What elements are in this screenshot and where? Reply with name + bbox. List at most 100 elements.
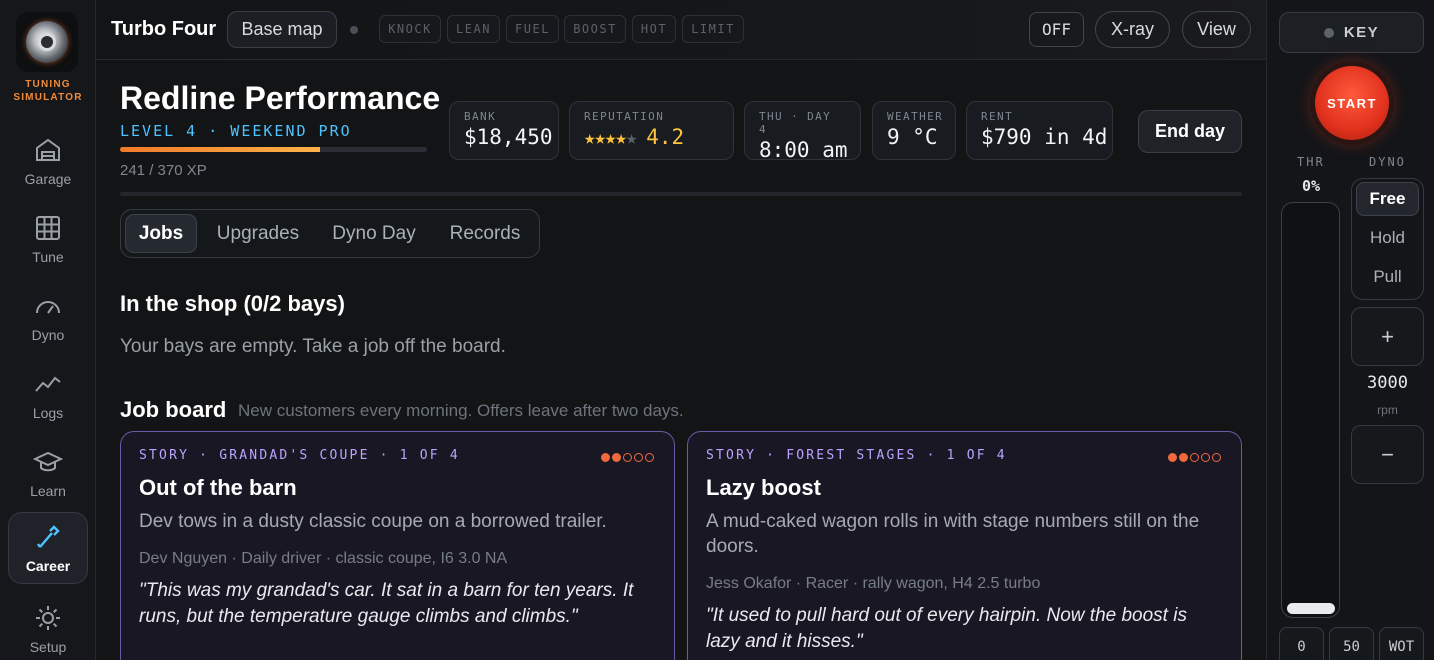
day-label: THU · DAY 4	[759, 110, 832, 136]
reputation-stat: REPUTATION ★★★★★ 4.2	[569, 101, 734, 160]
time-value: 8:00 am	[759, 138, 848, 162]
app-root: TUNING SIMULATOR Garage Tune Dyno Logs L…	[0, 0, 1434, 660]
job-customer: Dev Nguyen · Daily driver · classic coup…	[139, 550, 508, 567]
off-toggle[interactable]: OFF	[1029, 12, 1084, 47]
difficulty-dots	[601, 453, 654, 462]
nav-tune[interactable]: Tune	[8, 204, 88, 274]
weather-value: 9 °C	[887, 125, 938, 149]
nav-setup[interactable]: Setup	[8, 594, 88, 660]
weather-stat: WEATHER 9 °C	[872, 101, 956, 160]
rpm-value: 3000	[1367, 373, 1408, 393]
xp-progress-bar	[120, 147, 427, 152]
mode-pull[interactable]: Pull	[1356, 260, 1419, 294]
mode-free[interactable]: Free	[1356, 182, 1419, 216]
difficulty-dot	[1190, 453, 1199, 462]
start-button[interactable]: START	[1315, 66, 1389, 140]
flag-fuel: FUEL	[506, 15, 559, 43]
job-tag: STORY · GRANDAD'S COUPE · 1 OF 4	[139, 448, 460, 463]
end-day-button[interactable]: End day	[1138, 110, 1242, 153]
flag-limit: LIMIT	[682, 15, 744, 43]
throttle-slider[interactable]	[1281, 202, 1340, 618]
flag-lean: LEAN	[447, 15, 500, 43]
nav-career[interactable]: Career	[8, 512, 88, 584]
xp-text: 241 / 370 XP	[120, 162, 207, 179]
app-name-line2: SIMULATOR	[13, 92, 83, 103]
flag-hot: HOT	[632, 15, 676, 43]
garage-icon	[36, 138, 60, 161]
throttle-value: 0%	[1301, 177, 1321, 195]
star-icon: ★	[625, 127, 637, 149]
throttle-preset-0[interactable]: 0	[1279, 627, 1324, 660]
nav-label: Logs	[32, 405, 64, 421]
dyno-mode-selector: Free Hold Pull	[1351, 178, 1424, 300]
rpm-decrease-button[interactable]: −	[1351, 425, 1424, 484]
flag-boost: BOOST	[564, 15, 626, 43]
throttle-preset-50[interactable]: 50	[1329, 627, 1374, 660]
sidebar: TUNING SIMULATOR Garage Tune Dyno Logs L…	[0, 0, 96, 660]
reputation-label: REPUTATION	[584, 110, 665, 123]
xp-progress-fill	[120, 147, 320, 152]
job-title: Lazy boost	[706, 475, 821, 500]
tab-dyno-day[interactable]: Dyno Day	[319, 214, 429, 253]
job-card[interactable]: STORY · GRANDAD'S COUPE · 1 OF 4 Out of …	[120, 431, 675, 660]
difficulty-dot	[601, 453, 610, 462]
job-description: A mud-caked wagon rolls in with stage nu…	[706, 511, 1200, 557]
nav-label: Tune	[32, 249, 64, 265]
tab-jobs[interactable]: Jobs	[125, 214, 197, 253]
dyno-label: DYNO	[1369, 155, 1406, 169]
job-description: Dev tows in a dusty classic coupe on a b…	[139, 511, 607, 532]
job-quote: "This was my grandad's car. It sat in a …	[139, 580, 634, 627]
control-panel: KEY START THR DYNO 0% Free Hold Pull + 3…	[1266, 0, 1434, 660]
star-icon: ★	[594, 127, 605, 149]
difficulty-dot	[634, 453, 643, 462]
career-panel: Redline Performance LEVEL 4 · WEEKEND PR…	[96, 60, 1266, 660]
turbo-logo-icon	[26, 21, 68, 63]
app-logo[interactable]	[16, 12, 78, 72]
shop-heading: In the shop (0/2 bays)	[120, 291, 345, 316]
job-title: Out of the barn	[139, 475, 297, 500]
mode-hold[interactable]: Hold	[1356, 221, 1419, 255]
key-label: KEY	[1343, 24, 1380, 41]
key-button[interactable]: KEY	[1279, 12, 1424, 53]
difficulty-dot	[612, 453, 621, 462]
nav-dyno[interactable]: Dyno	[8, 282, 88, 352]
nav-label: Learn	[30, 483, 66, 499]
chart-line-icon	[35, 376, 61, 392]
job-card[interactable]: STORY · FOREST STAGES · 1 OF 4 Lazy boos…	[687, 431, 1242, 660]
view-button[interactable]: View	[1182, 11, 1251, 48]
throttle-preset-wot[interactable]: WOT	[1379, 627, 1424, 660]
top-bar: Turbo Four Base map KNOCK LEAN FUEL BOOS…	[96, 0, 1266, 60]
key-indicator-icon	[1323, 27, 1334, 38]
day-stat: THU · DAY 4 8:00 am	[744, 101, 861, 162]
rent-stat: RENT $790 in 4d	[966, 101, 1113, 160]
app-name-line1: TUNING	[25, 79, 71, 90]
rpm-unit: rpm	[1377, 403, 1398, 417]
rpm-increase-button[interactable]: +	[1351, 307, 1424, 366]
page-title: Redline Performance	[120, 80, 441, 116]
nav-learn[interactable]: Learn	[8, 438, 88, 508]
gauge-icon	[36, 301, 60, 314]
nav-garage[interactable]: Garage	[8, 126, 88, 196]
car-name: Turbo Four	[111, 18, 217, 40]
star-icon: ★	[584, 127, 595, 149]
status-dot	[350, 26, 358, 34]
divider	[120, 192, 1242, 196]
weather-label: WEATHER	[887, 110, 944, 123]
job-tag: STORY · FOREST STAGES · 1 OF 4	[706, 448, 1007, 463]
reputation-stars: ★★★★★	[584, 127, 637, 149]
difficulty-dot	[1201, 453, 1210, 462]
xray-button[interactable]: X-ray	[1095, 11, 1170, 48]
graduation-cap-icon	[33, 451, 63, 472]
base-map-button[interactable]: Base map	[227, 11, 337, 48]
job-board-heading: Job board	[120, 397, 227, 422]
job-quote: "It used to pull hard out of every hairp…	[706, 605, 1187, 652]
shop-empty-text: Your bays are empty. Take a job off the …	[120, 336, 506, 357]
star-icon: ★	[604, 127, 616, 149]
job-customer: Jess Okafor · Racer · rally wagon, H4 2.…	[706, 575, 1041, 592]
nav-label: Dyno	[31, 327, 65, 343]
nav-logs[interactable]: Logs	[8, 360, 88, 430]
tab-records[interactable]: Records	[437, 214, 533, 253]
throttle-handle[interactable]	[1287, 603, 1335, 614]
bank-stat: BANK $18,450	[449, 101, 559, 160]
tab-upgrades[interactable]: Upgrades	[205, 214, 311, 253]
